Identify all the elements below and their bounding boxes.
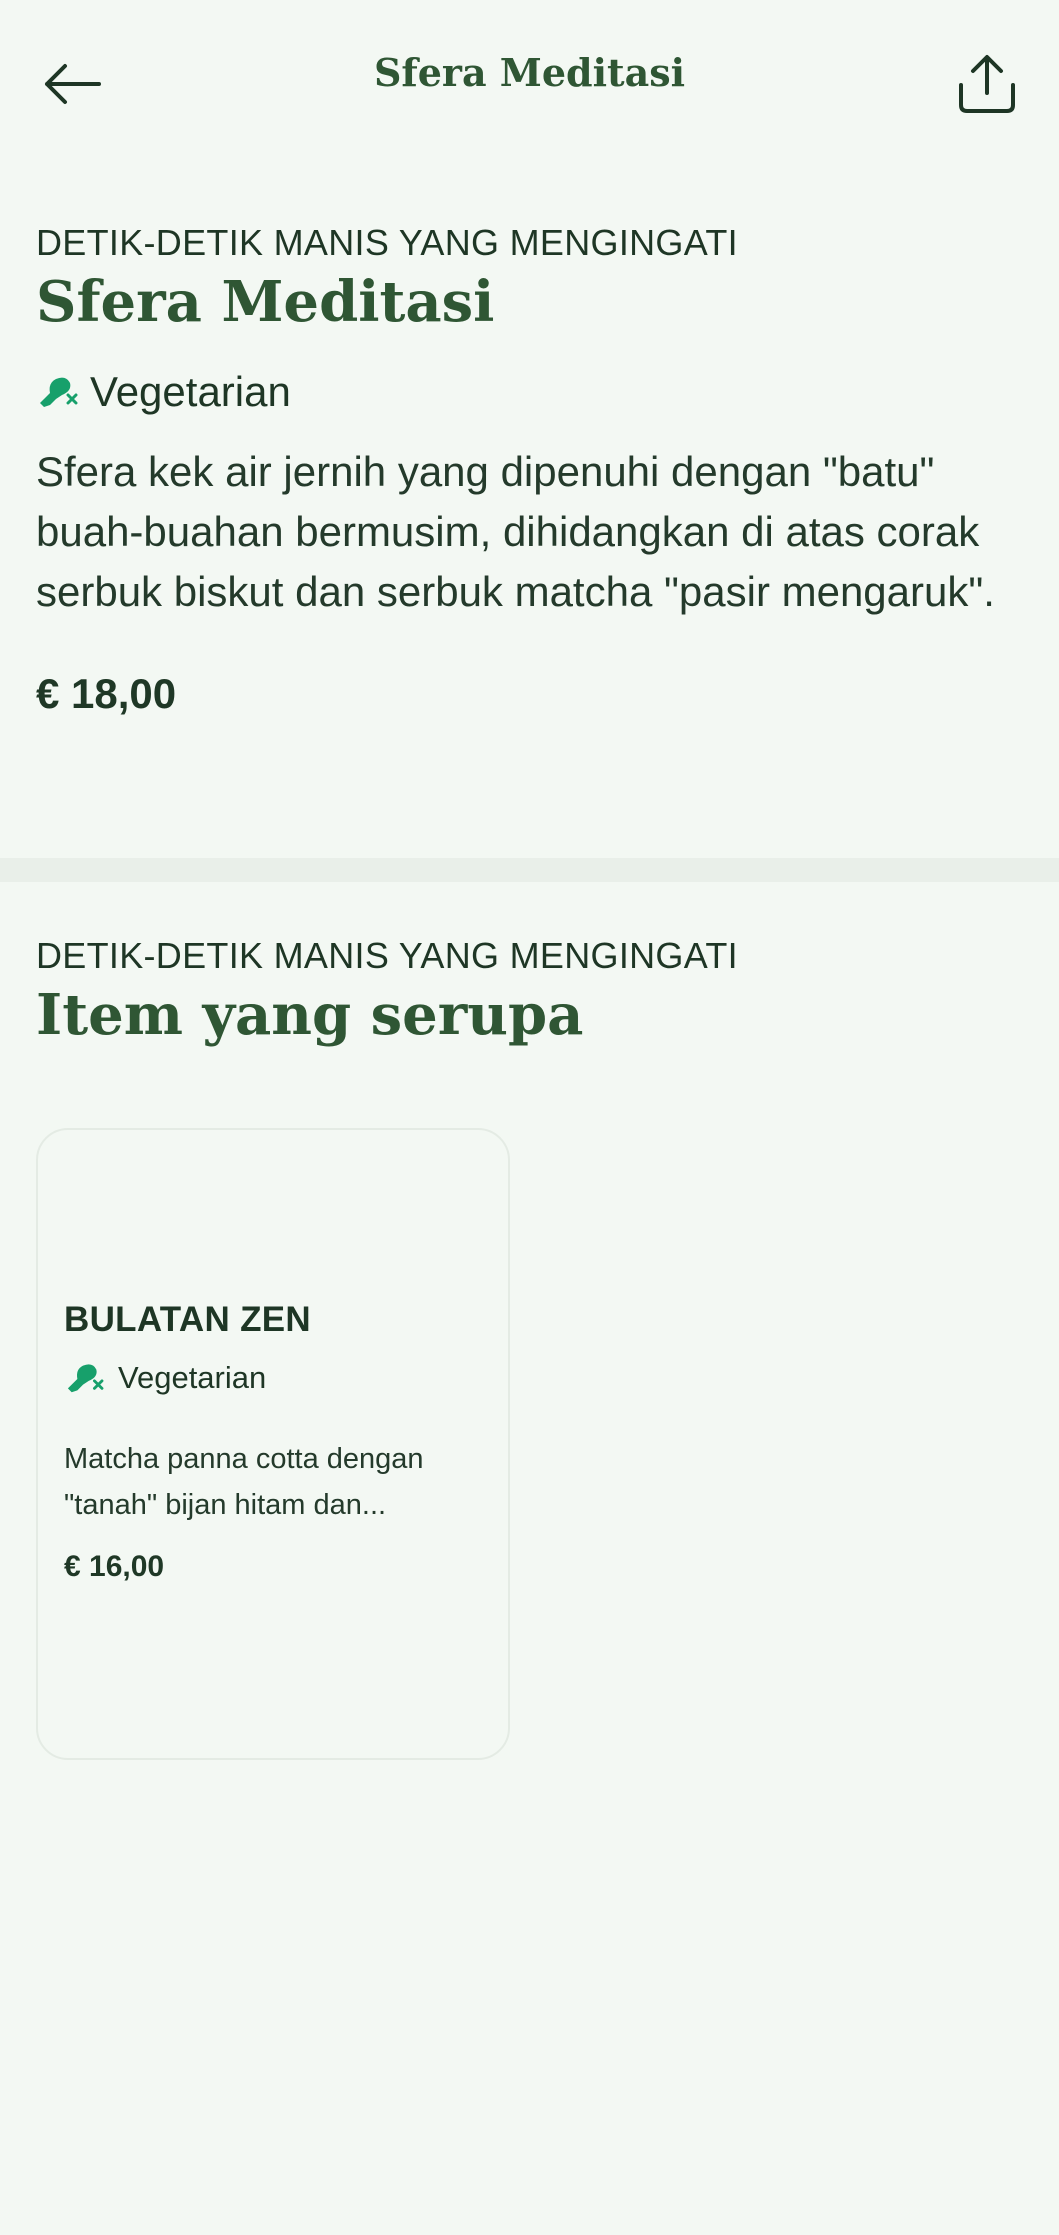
similar-item-tag: Vegetarian <box>64 1360 266 1396</box>
share-button[interactable] <box>946 44 1028 126</box>
similar-item-card[interactable]: BULATAN ZEN Vegetarian Matcha panna cott… <box>36 1128 510 1760</box>
product-description: Sfera kek air jernih yang dipenuhi denga… <box>36 447 995 615</box>
top-bar: Sfera Meditasi <box>0 0 1059 160</box>
product-price: € 18,00 <box>36 669 177 717</box>
share-icon <box>959 55 1015 113</box>
product-category: DETIK-DETIK MANIS YANG MENGINGATI <box>36 222 738 263</box>
product-name: Sfera Meditasi <box>36 269 495 335</box>
vegetarian-drumstick-icon <box>36 373 78 411</box>
similar-title: Item yang serupa <box>36 982 584 1048</box>
similar-category: DETIK-DETIK MANIS YANG MENGINGATI <box>36 935 738 976</box>
similar-item-name: BULATAN ZEN <box>64 1300 311 1339</box>
dietary-tag: Vegetarian <box>36 368 1026 416</box>
similar-items-header: DETIK-DETIK MANIS YANG MENGINGATI Item y… <box>36 935 1026 1047</box>
vegetarian-drumstick-icon <box>64 1360 104 1396</box>
similar-item-price: € 16,00 <box>64 1550 165 1583</box>
dietary-tag-label: Vegetarian <box>90 367 291 415</box>
similar-item-description: Matcha panna cotta dengan "tanah" bijan … <box>64 1443 424 1521</box>
product-details: DETIK-DETIK MANIS YANG MENGINGATI Sfera … <box>36 222 1026 718</box>
header-title: Sfera Meditasi <box>373 50 686 95</box>
section-divider <box>0 858 1059 882</box>
similar-item-tag-label: Vegetarian <box>118 1360 267 1395</box>
